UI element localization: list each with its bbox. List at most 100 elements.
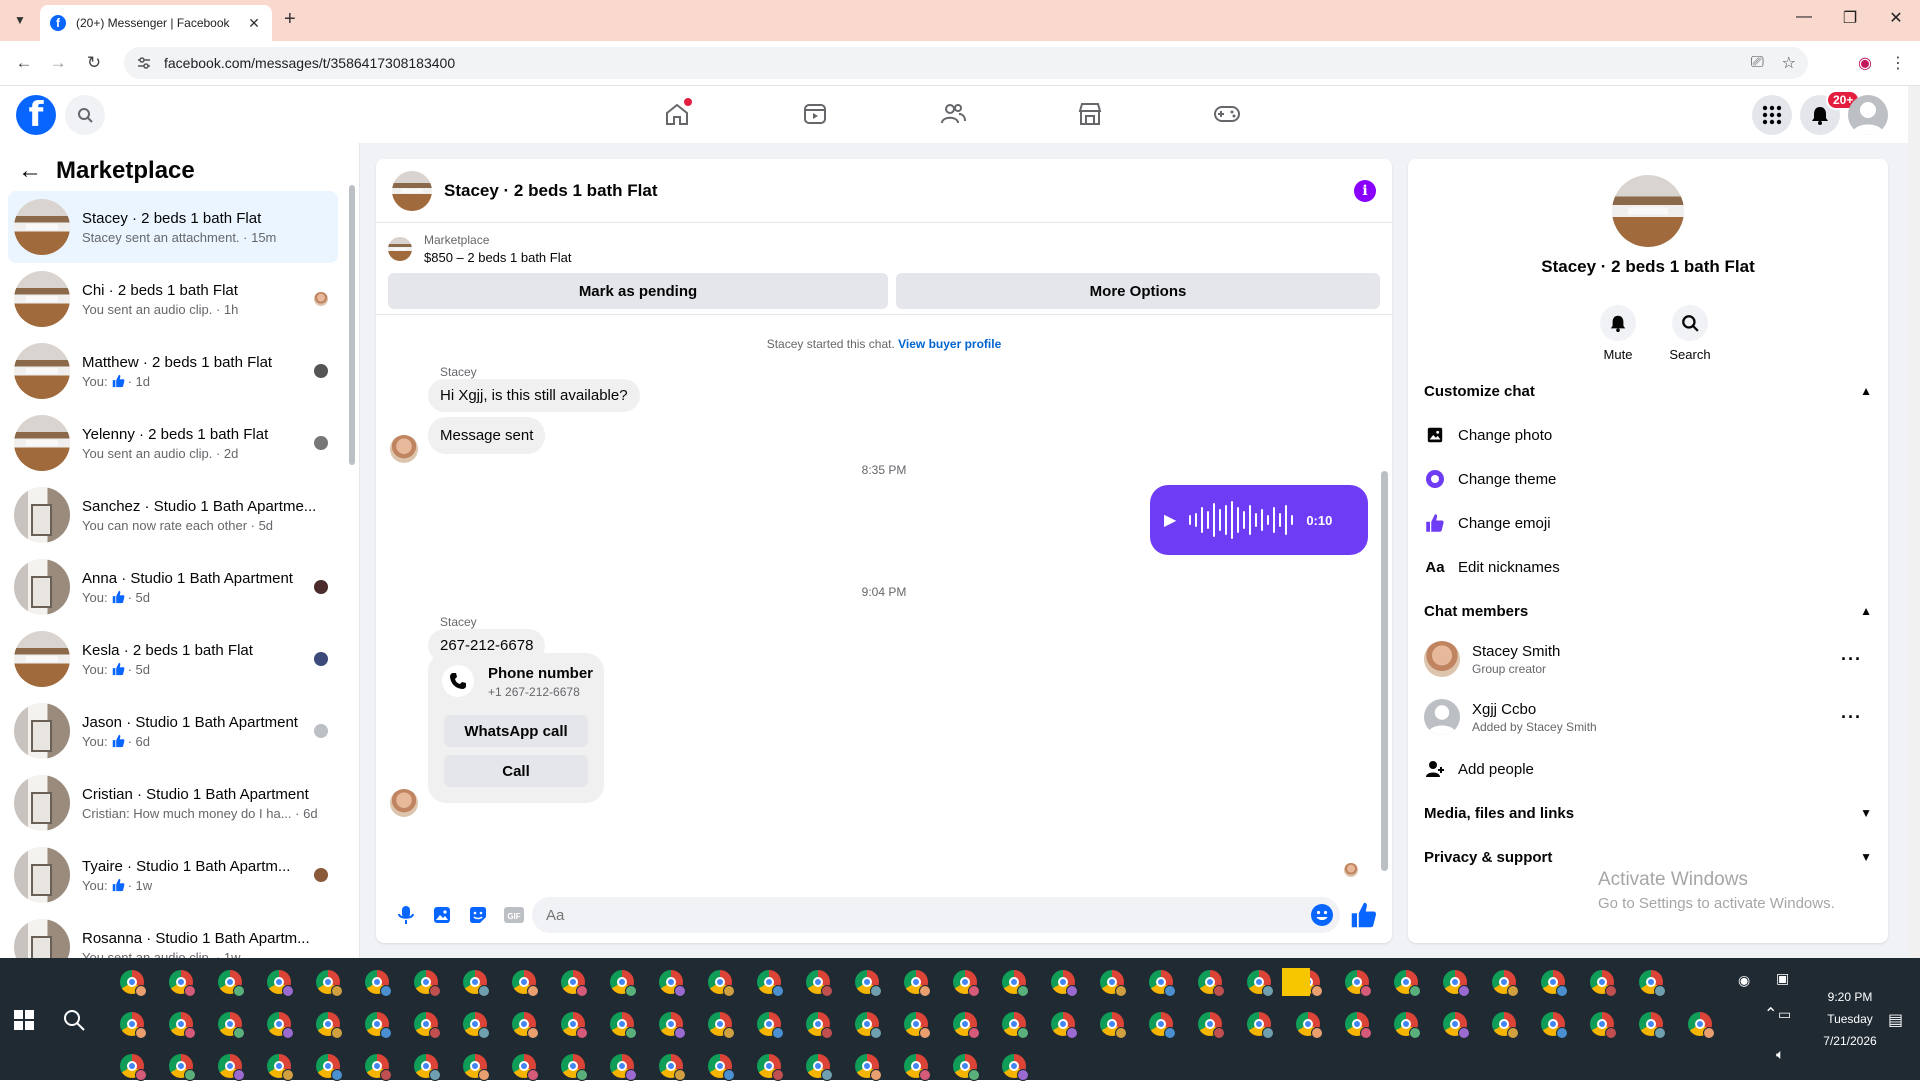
conversation-item[interactable]: Matthew · 2 beds 1 bath Flat You: · 1d bbox=[8, 335, 338, 407]
taskbar-chrome-icon[interactable] bbox=[512, 1054, 539, 1081]
taskbar-chrome-icon[interactable] bbox=[169, 1054, 196, 1081]
message-input[interactable] bbox=[532, 897, 1340, 933]
taskbar-chrome-icon[interactable] bbox=[512, 970, 539, 997]
nav-gaming[interactable] bbox=[1172, 94, 1282, 134]
taskbar-chrome-icon[interactable] bbox=[267, 1012, 294, 1039]
taskbar-chrome-icon[interactable] bbox=[365, 1012, 392, 1039]
taskbar-chrome-icon[interactable] bbox=[1198, 1012, 1225, 1039]
taskbar-chrome-icon[interactable] bbox=[1639, 1012, 1666, 1039]
taskbar-chrome-icon[interactable] bbox=[1492, 1012, 1519, 1039]
customize-chat-section[interactable]: Customize chat ▲ bbox=[1424, 371, 1872, 411]
view-buyer-profile-link[interactable]: View buyer profile bbox=[898, 337, 1001, 351]
member-options-icon[interactable]: ··· bbox=[1841, 649, 1862, 670]
taskbar-chrome-icon[interactable] bbox=[1492, 970, 1519, 997]
send-like-icon[interactable] bbox=[1350, 901, 1378, 929]
new-tab-icon[interactable]: + bbox=[284, 8, 296, 31]
taskbar-chrome-icon[interactable] bbox=[316, 1054, 343, 1081]
back-icon[interactable]: ← bbox=[14, 53, 34, 73]
taskbar-chrome-icon[interactable] bbox=[1590, 970, 1617, 997]
change-emoji-item[interactable]: Change emoji bbox=[1424, 503, 1872, 543]
taskbar-chrome-icon[interactable] bbox=[267, 970, 294, 997]
taskbar-chrome-icon[interactable] bbox=[855, 1012, 882, 1039]
search-button[interactable] bbox=[65, 95, 105, 135]
taskbar-chrome-icon[interactable] bbox=[1247, 1012, 1274, 1039]
conversation-item[interactable]: Jason · Studio 1 Bath Apartment You: · 6d bbox=[8, 695, 338, 767]
sticky-notes-icon[interactable] bbox=[1282, 968, 1310, 996]
taskbar-chrome-icon[interactable] bbox=[414, 1012, 441, 1039]
taskbar-chrome-icon[interactable] bbox=[659, 1054, 686, 1081]
taskbar-search-icon[interactable] bbox=[62, 1008, 86, 1032]
taskbar-chrome-icon[interactable] bbox=[1639, 970, 1666, 997]
taskbar-chrome-icon[interactable] bbox=[1002, 1012, 1029, 1039]
reload-icon[interactable]: ↻ bbox=[84, 53, 104, 73]
taskbar-chrome-icon[interactable] bbox=[806, 1054, 833, 1081]
conversation-item[interactable]: Chi · 2 beds 1 bath Flat You sent an audi… bbox=[8, 263, 338, 335]
taskbar-chrome-icon[interactable] bbox=[757, 970, 784, 997]
facebook-logo-icon[interactable]: f bbox=[16, 95, 56, 135]
nav-home[interactable] bbox=[622, 94, 732, 134]
tray-icon[interactable]: ▣ bbox=[1776, 970, 1789, 987]
edit-nicknames-item[interactable]: Aa Edit nicknames bbox=[1424, 547, 1872, 587]
taskbar-chrome-icon[interactable] bbox=[414, 1054, 441, 1081]
taskbar-chrome-icon[interactable] bbox=[1443, 1012, 1470, 1039]
install-app-icon[interactable]: ⎚ bbox=[1751, 54, 1764, 72]
taskbar-chrome-icon[interactable] bbox=[1002, 1054, 1029, 1081]
taskbar-chrome-icon[interactable] bbox=[365, 1054, 392, 1081]
site-info-icon[interactable] bbox=[136, 55, 152, 71]
close-tab-icon[interactable]: ✕ bbox=[246, 15, 262, 32]
taskbar-chrome-icon[interactable] bbox=[757, 1012, 784, 1039]
taskbar-chrome-icon[interactable] bbox=[463, 970, 490, 997]
taskbar-chrome-icon[interactable] bbox=[316, 970, 343, 997]
conversation-item[interactable]: Stacey · 2 beds 1 bath Flat Stacey sent a… bbox=[8, 191, 338, 263]
taskbar-chrome-icon[interactable] bbox=[463, 1054, 490, 1081]
menu-button[interactable] bbox=[1752, 95, 1792, 135]
mute-button[interactable]: Mute bbox=[1588, 305, 1648, 362]
taskbar-chrome-icon[interactable] bbox=[855, 970, 882, 997]
conversation-item[interactable]: Kesla · 2 beds 1 bath Flat You: · 5d bbox=[8, 623, 338, 695]
taskbar-chrome-icon[interactable] bbox=[561, 1012, 588, 1039]
taskbar-chrome-icon[interactable] bbox=[610, 970, 637, 997]
sender-avatar[interactable] bbox=[390, 789, 418, 817]
taskbar-chrome-icon[interactable] bbox=[953, 1054, 980, 1081]
nav-video[interactable] bbox=[760, 94, 870, 134]
change-theme-item[interactable]: Change theme bbox=[1424, 459, 1872, 499]
taskbar-chrome-icon[interactable] bbox=[1443, 970, 1470, 997]
taskbar-chrome-icon[interactable] bbox=[708, 1054, 735, 1081]
taskbar-chrome-icon[interactable] bbox=[1149, 970, 1176, 997]
forward-icon[interactable]: → bbox=[48, 53, 68, 73]
conversation-item[interactable]: Cristian · Studio 1 Bath Apartment Cristi… bbox=[8, 767, 338, 839]
account-avatar[interactable] bbox=[1848, 95, 1888, 135]
clock-time[interactable]: 9:20 PM bbox=[1810, 990, 1890, 1004]
taskbar-chrome-icon[interactable] bbox=[1100, 970, 1127, 997]
member-options-icon[interactable]: ··· bbox=[1841, 707, 1862, 728]
taskbar-chrome-icon[interactable] bbox=[855, 1054, 882, 1081]
listing-price-title[interactable]: $850 – 2 beds 1 bath Flat bbox=[424, 250, 571, 265]
taskbar-chrome-icon[interactable] bbox=[561, 1054, 588, 1081]
taskbar-chrome-icon[interactable] bbox=[1590, 1012, 1617, 1039]
taskbar-chrome-icon[interactable] bbox=[1394, 1012, 1421, 1039]
network-icon[interactable]: ▭ bbox=[1778, 1006, 1791, 1023]
volume-icon[interactable]: 🔈︎ bbox=[1776, 1046, 1784, 1063]
chat-avatar[interactable] bbox=[392, 170, 432, 211]
mark-as-pending-button[interactable]: Mark as pending bbox=[388, 273, 888, 309]
listing-mini-thumbnail[interactable] bbox=[388, 237, 412, 261]
add-people-item[interactable]: Add people bbox=[1424, 749, 1872, 789]
conversation-item[interactable]: Yelenny · 2 beds 1 bath Flat You sent an … bbox=[8, 407, 338, 479]
taskbar-chrome-icon[interactable] bbox=[1198, 970, 1225, 997]
taskbar-chrome-icon[interactable] bbox=[218, 970, 245, 997]
taskbar-chrome-icon[interactable] bbox=[1345, 970, 1372, 997]
chat-members-section[interactable]: Chat members ▲ bbox=[1424, 591, 1872, 631]
taskbar-chrome-icon[interactable] bbox=[610, 1012, 637, 1039]
minimize-icon[interactable]: — bbox=[1784, 8, 1824, 26]
nav-marketplace[interactable] bbox=[1035, 94, 1145, 134]
conversation-info-icon[interactable]: i bbox=[1354, 179, 1376, 202]
taskbar-chrome-icon[interactable] bbox=[267, 1054, 294, 1081]
taskbar-chrome-icon[interactable] bbox=[120, 970, 147, 997]
taskbar-chrome-icon[interactable] bbox=[169, 970, 196, 997]
sticker-button[interactable] bbox=[460, 897, 496, 933]
taskbar-chrome-icon[interactable] bbox=[1541, 1012, 1568, 1039]
taskbar-chrome-icon[interactable] bbox=[218, 1054, 245, 1081]
page-scrollbar[interactable] bbox=[1908, 86, 1920, 958]
taskbar-chrome-icon[interactable] bbox=[316, 1012, 343, 1039]
taskbar-chrome-icon[interactable] bbox=[1345, 1012, 1372, 1039]
